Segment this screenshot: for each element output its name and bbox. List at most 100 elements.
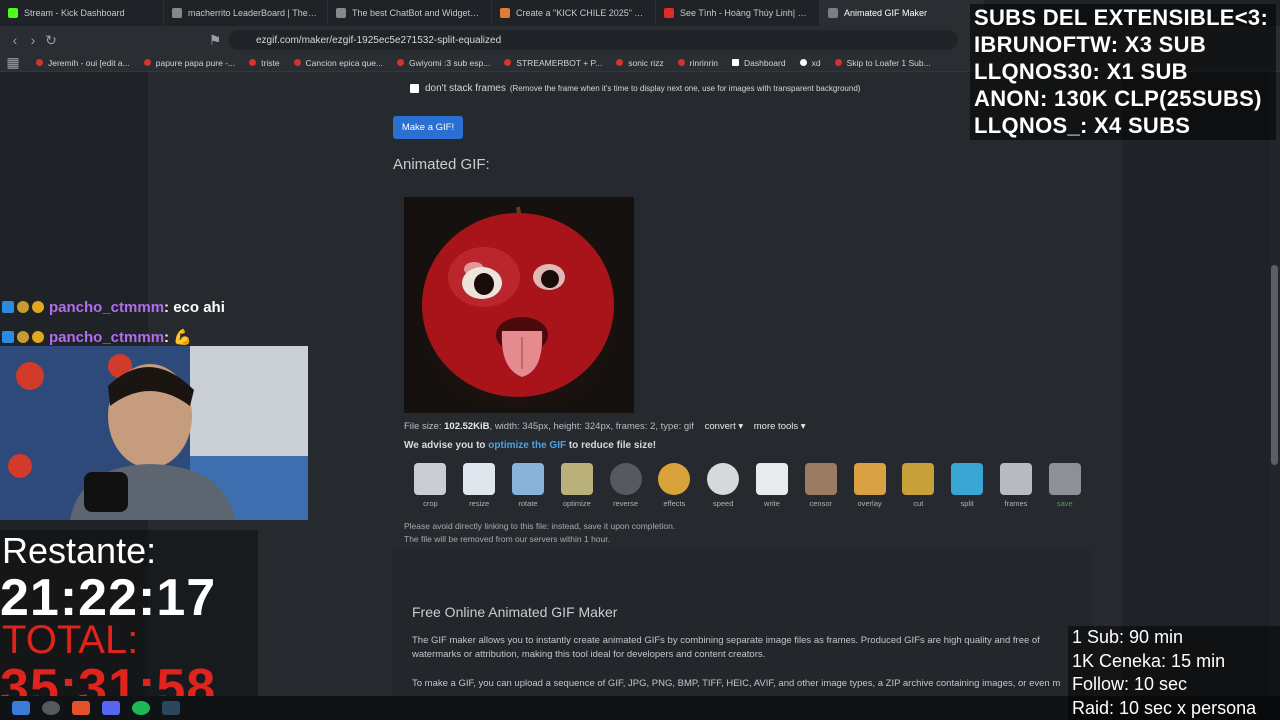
dashboard-icon <box>732 59 739 66</box>
ezgif-icon <box>828 8 838 18</box>
tool-rotate[interactable]: rotate <box>504 463 553 508</box>
scrollbar-thumb[interactable] <box>1271 265 1278 465</box>
file-info: File size: 102.52KiB, width: 345px, heig… <box>404 421 806 432</box>
webcam-image <box>0 346 308 520</box>
youtube-icon <box>834 59 842 66</box>
overlay-icon <box>853 463 886 495</box>
tab-leaderboard[interactable]: macherrito LeaderBoard | The best C <box>164 0 328 26</box>
tool-save[interactable]: save <box>1040 463 1089 508</box>
back-icon[interactable]: ‹ <box>6 32 24 48</box>
badge-icon <box>2 301 14 313</box>
optimize-icon <box>560 463 593 495</box>
resize-icon <box>463 463 496 495</box>
tool-effects[interactable]: effects <box>650 463 699 508</box>
animated-gif-heading: Animated GIF: <box>393 156 490 173</box>
bookmark-item[interactable]: Dashboard <box>732 58 786 68</box>
badge-icon <box>17 301 29 313</box>
url-field[interactable]: ezgif.com/maker/ezgif-1925ec5e271532-spl… <box>228 30 958 50</box>
optimize-link[interactable]: optimize the GIF <box>488 440 566 451</box>
tierlist-icon <box>500 8 510 18</box>
tool-split[interactable]: split <box>943 463 992 508</box>
cut-icon <box>902 463 935 495</box>
youtube-icon <box>397 59 405 66</box>
badge-icon <box>17 331 29 343</box>
youtube-icon <box>677 59 685 66</box>
file-notice: Please avoid directly linking to this fi… <box>404 521 676 544</box>
bookmark-item[interactable]: triste <box>249 58 280 68</box>
reload-icon[interactable]: ↻ <box>42 32 60 49</box>
bookmark-item[interactable]: Jeremih - oui [edit a... <box>36 58 130 68</box>
tool-speed[interactable]: speed <box>699 463 748 508</box>
tool-resize[interactable]: resize <box>455 463 504 508</box>
tool-cut[interactable]: cut <box>894 463 943 508</box>
globe-icon <box>172 8 182 18</box>
tab-chatbot[interactable]: The best ChatBot and Widgets for Ki <box>328 0 492 26</box>
tool-reverse[interactable]: reverse <box>601 463 650 508</box>
brave-icon[interactable] <box>72 701 90 715</box>
apple-image <box>422 206 614 397</box>
windows-icon[interactable] <box>12 701 30 715</box>
globe-icon <box>336 8 346 18</box>
article-box <box>393 550 1093 696</box>
youtube-icon <box>504 59 512 66</box>
split-icon <box>951 463 984 495</box>
save-icon <box>1048 463 1081 495</box>
more-tools-dropdown[interactable]: more tools ▾ <box>754 421 806 432</box>
steam-icon[interactable] <box>162 701 180 715</box>
search-icon[interactable] <box>42 701 60 715</box>
effects-icon <box>658 463 691 495</box>
convert-dropdown[interactable]: convert ▾ <box>705 421 744 432</box>
kick-icon <box>8 8 18 18</box>
tool-row: crop resize rotate optimize reverse effe… <box>406 463 1089 508</box>
crop-icon <box>414 463 447 495</box>
tool-overlay[interactable]: overlay <box>845 463 894 508</box>
tab-kick-dashboard[interactable]: Stream - Kick Dashboard <box>0 0 164 26</box>
make-gif-button[interactable]: Make a GIF! <box>393 116 463 139</box>
article-title: Free Online Animated GIF Maker <box>412 604 618 620</box>
reverse-icon <box>609 463 642 495</box>
discord-icon[interactable] <box>102 701 120 715</box>
total-time: 35:31:58 <box>0 662 217 696</box>
bookmark-item[interactable]: STREAMERBOT + P... <box>504 58 602 68</box>
speed-icon <box>707 463 740 495</box>
article-paragraph: The GIF maker allows you to instantly cr… <box>412 635 1040 660</box>
checkbox[interactable] <box>410 84 419 93</box>
tab-gif-maker[interactable]: Animated GIF Maker <box>820 0 984 26</box>
rates-overlay: 1 Sub: 90 min 1K Ceneka: 15 min Follow: … <box>1068 626 1280 720</box>
bookmark-item[interactable]: Cancion epica que... <box>293 58 383 68</box>
chat-message: pancho_ctmmm : eco ahi <box>2 292 225 322</box>
total-label: TOTAL: <box>2 618 139 662</box>
tool-frames[interactable]: frames <box>992 463 1041 508</box>
rotate-icon <box>511 463 544 495</box>
gif-preview <box>404 197 634 413</box>
tool-write[interactable]: write <box>748 463 797 508</box>
bookmark-item[interactable]: Gwiyomi :3 sub esp... <box>397 58 490 68</box>
bookmark-icon[interactable]: ⚑ <box>206 32 224 49</box>
write-icon <box>755 463 788 495</box>
youtube-icon <box>293 59 301 66</box>
bookmark-item[interactable]: Skip to Loafer 1 Sub... <box>834 58 931 68</box>
youtube-icon <box>249 59 257 66</box>
tool-optimize[interactable]: optimize <box>552 463 601 508</box>
youtube-icon <box>664 8 674 18</box>
youtube-icon <box>36 59 43 66</box>
tiktok-icon <box>799 59 807 66</box>
forward-icon[interactable]: › <box>24 32 42 48</box>
spotify-icon[interactable] <box>132 701 150 715</box>
youtube-icon <box>616 59 624 66</box>
bookmark-item[interactable]: rinrinrin <box>677 58 718 68</box>
webcam-feed <box>0 346 308 520</box>
tool-censor[interactable]: censor <box>796 463 845 508</box>
bookmark-item[interactable]: sonic rizz <box>616 58 664 68</box>
tab-youtube-video[interactable]: See Tình - Hoàng Thùy Linh| Cukak R <box>656 0 820 26</box>
tool-crop[interactable]: crop <box>406 463 455 508</box>
bookmark-item[interactable]: xd <box>799 58 821 68</box>
apps-icon[interactable]: ▦ <box>4 54 22 71</box>
badge-icon <box>32 301 44 313</box>
dont-stack-checkbox-row[interactable]: don't stack frames (Remove the frame whe… <box>410 83 860 94</box>
frames-icon <box>999 463 1032 495</box>
tab-tierlist[interactable]: Create a "KICK CHILE 2025" Tier List <box>492 0 656 26</box>
subs-overlay: SUBS DEL EXTENSIBLE<3: IBRUNOFTW: X3 SUB… <box>970 4 1276 140</box>
chat-overlay: pancho_ctmmm : eco ahi pancho_ctmmm : 💪 <box>2 292 225 352</box>
bookmark-item[interactable]: papure papa pure -... <box>143 58 235 68</box>
